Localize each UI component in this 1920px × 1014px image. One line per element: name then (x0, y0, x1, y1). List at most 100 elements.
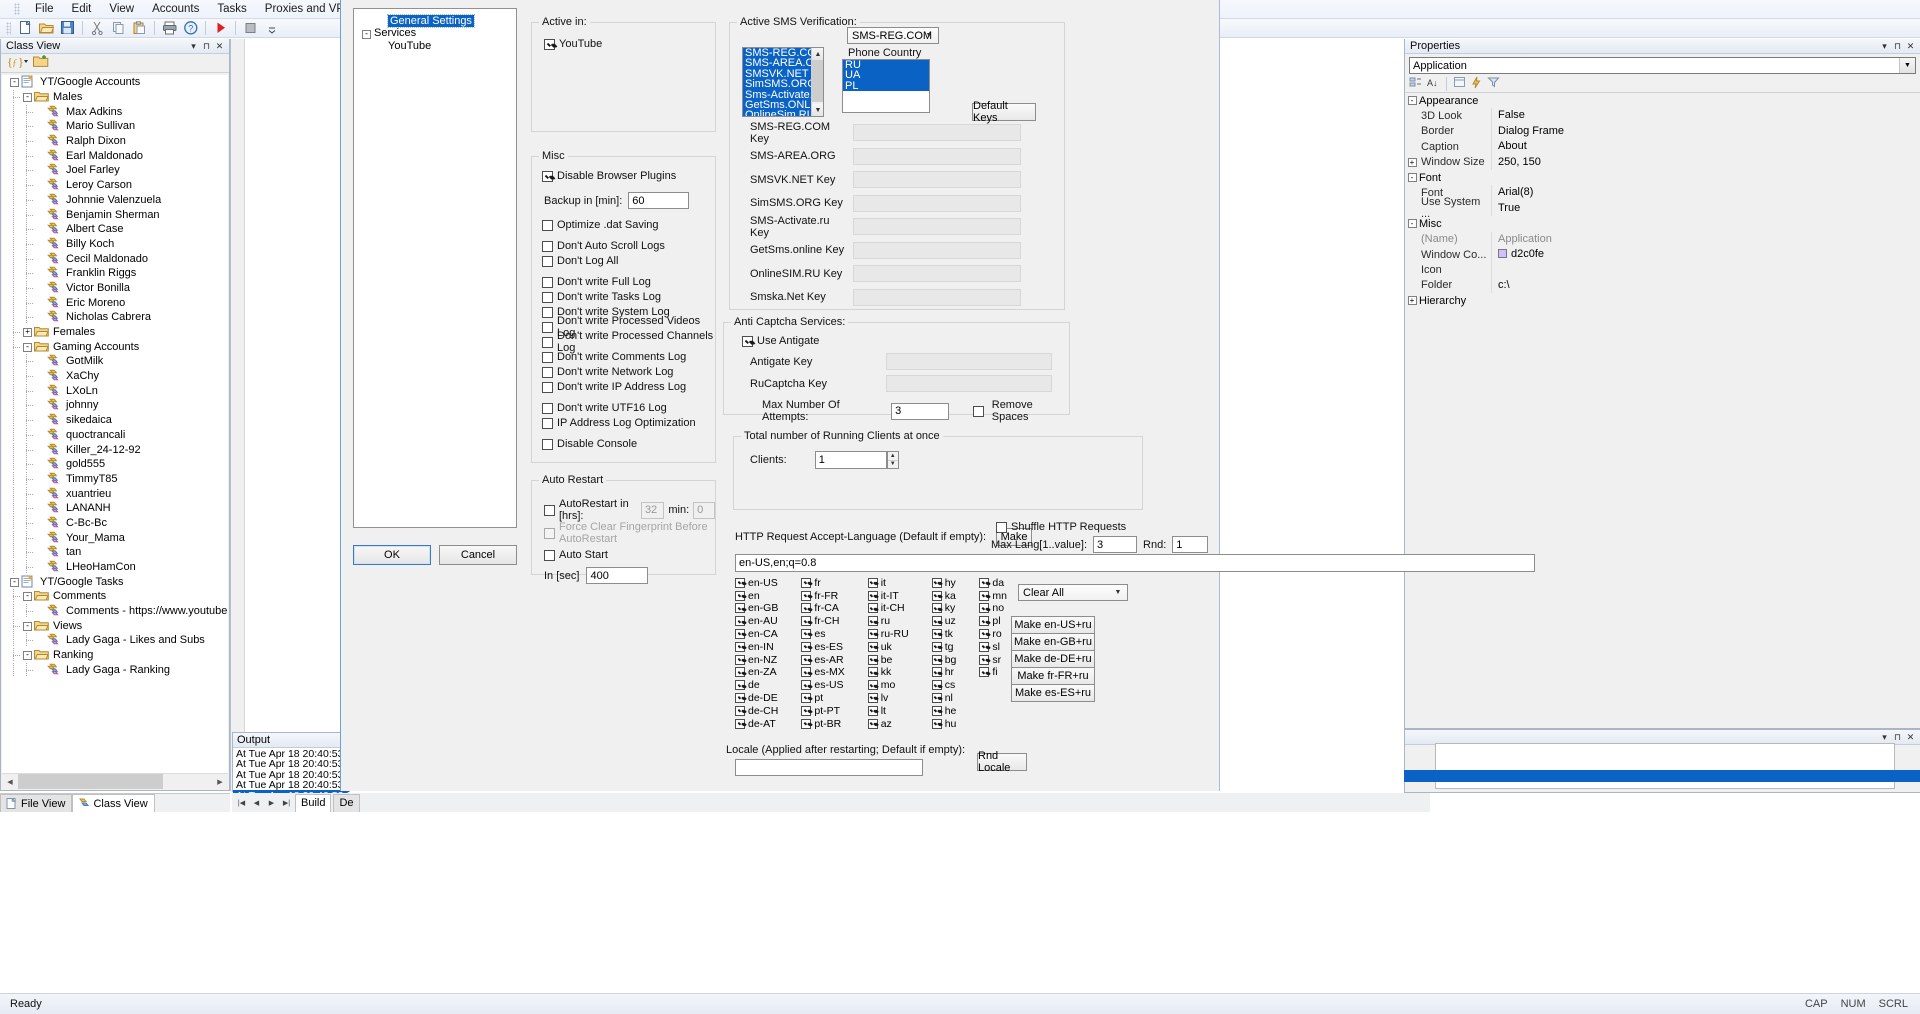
language-checkbox[interactable] (979, 616, 989, 626)
class-view-tree-node[interactable]: Lady Gaga - Ranking (2, 663, 228, 678)
language-checkbox-row[interactable]: fr-CA (801, 603, 844, 615)
tab-prev-icon[interactable]: ◀ (250, 795, 263, 810)
language-checkbox[interactable] (979, 667, 989, 677)
language-checkbox-row[interactable]: az (868, 718, 909, 730)
misc-checkbox-row[interactable]: Don't Log All (542, 254, 715, 268)
properties-filter-icon[interactable] (1487, 76, 1501, 92)
properties-grid[interactable]: -Appearance3D LookFalseBorderDialog Fram… (1405, 93, 1920, 308)
misc-checkbox[interactable] (542, 292, 553, 303)
settings-nav-node[interactable]: -Services (354, 27, 516, 40)
active-in-youtube-checkbox[interactable] (544, 39, 555, 50)
settings-nav-node[interactable]: YouTube (354, 39, 516, 52)
language-checkbox[interactable] (801, 655, 811, 665)
language-checkbox[interactable] (868, 655, 878, 665)
language-checkbox-row[interactable]: pt-PT (801, 705, 844, 717)
active-in-youtube-row[interactable]: YouTube (544, 37, 715, 51)
misc-checkbox-row[interactable]: Disable Console (542, 437, 715, 451)
properties-value[interactable]: Arial(8) (1491, 185, 1920, 200)
properties-value[interactable]: d2c0fe (1491, 247, 1920, 262)
class-view-tree-node[interactable]: LXoLn (2, 383, 228, 398)
hscroll-track[interactable] (18, 774, 212, 789)
sms-key-input[interactable] (853, 195, 1021, 212)
scroll-left-icon[interactable]: ◀ (2, 774, 18, 789)
language-checkbox[interactable] (801, 693, 811, 703)
language-checkbox[interactable] (735, 616, 745, 626)
language-checkbox[interactable] (868, 642, 878, 652)
properties-value[interactable]: Application (1491, 232, 1920, 247)
language-checkbox[interactable] (735, 642, 745, 652)
properties-row[interactable]: +Window Size250, 150 (1405, 155, 1920, 170)
class-view-tree-node[interactable]: Victor Bonilla (2, 281, 228, 296)
properties-row[interactable]: Folderc:\ (1405, 278, 1920, 293)
language-checkbox-row[interactable]: en-ZA (735, 667, 778, 679)
language-checkbox[interactable] (868, 591, 878, 601)
phone-country-listbox[interactable]: RUUAPL (842, 59, 930, 113)
class-view-tree-node[interactable]: -YT/Google Tasks (2, 574, 228, 589)
misc-checkbox-row[interactable]: Don't Auto Scroll Logs (542, 239, 715, 253)
force-clear-fingerprint-checkbox[interactable] (544, 528, 555, 539)
menu-file[interactable]: File (26, 1, 63, 17)
misc-checkbox-row[interactable]: IP Address Log Optimization (542, 416, 715, 430)
language-checkbox-row[interactable]: sr (979, 654, 1007, 666)
cancel-button[interactable]: Cancel (439, 545, 517, 565)
class-view-tree-node[interactable]: Killer_24-12-92 (2, 442, 228, 457)
events-icon[interactable] (1470, 76, 1484, 92)
properties-value[interactable]: True (1491, 201, 1920, 216)
class-view-tree-node[interactable]: -Males (2, 90, 228, 105)
language-checkbox[interactable] (932, 629, 942, 639)
language-checkbox[interactable] (801, 616, 811, 626)
autorestart-checkbox[interactable] (544, 505, 555, 516)
class-view-tree-node[interactable]: Earl Maldonado (2, 148, 228, 163)
properties-object-combo[interactable]: Application ▼ (1409, 57, 1916, 74)
auto-start-row[interactable]: Auto Start (544, 548, 715, 562)
tab-class-view[interactable]: Class View (72, 794, 154, 812)
language-checkbox-row[interactable]: kk (868, 667, 909, 679)
make-language-button[interactable]: Make de-DE+ru (1011, 650, 1095, 668)
language-checkbox-row[interactable]: pl (979, 615, 1007, 627)
language-checkbox-row[interactable]: en-AU (735, 615, 778, 627)
shuffle-http-checkbox[interactable] (996, 522, 1007, 533)
language-checkbox-row[interactable]: da (979, 577, 1007, 589)
language-checkbox[interactable] (868, 667, 878, 677)
language-checkbox[interactable] (932, 616, 942, 626)
language-checkbox[interactable] (735, 578, 745, 588)
tree-expander[interactable]: - (360, 27, 374, 39)
misc-checkbox[interactable] (542, 220, 553, 231)
misc-checkbox-row[interactable]: Don't write Full Log (542, 275, 715, 289)
auto-start-checkbox[interactable] (544, 550, 555, 561)
properties-pages-icon[interactable] (1453, 76, 1467, 92)
menu-edit[interactable]: Edit (63, 1, 101, 17)
properties-row[interactable]: 3D LookFalse (1405, 108, 1920, 123)
help-icon[interactable]: ? (181, 20, 200, 37)
tree-expander[interactable]: + (1405, 296, 1419, 305)
class-view-tree-node[interactable]: LANANH (2, 501, 228, 516)
language-checkbox-row[interactable]: uz (932, 615, 957, 627)
language-checkbox[interactable] (868, 603, 878, 613)
sms-listbox-scroll-thumb[interactable] (812, 60, 824, 102)
disable-browser-plugins-row[interactable]: Disable Browser Plugins (542, 169, 715, 183)
language-checkbox-row[interactable]: en-US (735, 577, 778, 589)
ok-button[interactable]: OK (353, 545, 431, 565)
sort-category-icon[interactable] (1409, 76, 1423, 92)
sms-key-input[interactable] (853, 124, 1021, 141)
language-checkbox[interactable] (979, 642, 989, 652)
language-checkbox-row[interactable]: de-CH (735, 705, 778, 717)
language-checkbox-row[interactable]: nl (932, 692, 957, 704)
class-view-tree-node[interactable]: -YT/Google Accounts (2, 75, 228, 90)
tab-debug[interactable]: De (333, 794, 359, 812)
language-checkbox-row[interactable]: fr-FR (801, 590, 844, 602)
language-checkbox-row[interactable]: es (801, 628, 844, 640)
class-view-tree-node[interactable]: LHeoHamCon (2, 560, 228, 575)
class-view-tree-node[interactable]: Joel Farley (2, 163, 228, 178)
rucaptcha-key-input[interactable] (886, 375, 1052, 392)
properties-value[interactable]: Dialog Frame (1491, 124, 1920, 139)
language-checkbox[interactable] (735, 603, 745, 613)
language-checkbox-row[interactable]: hu (932, 718, 957, 730)
language-checkbox[interactable] (801, 667, 811, 677)
tree-expander[interactable]: - (21, 340, 34, 354)
class-view-hscrollbar[interactable]: ◀ ▶ (2, 773, 228, 789)
misc-checkbox[interactable] (542, 367, 553, 378)
tree-expander[interactable]: - (21, 90, 34, 104)
misc-checkbox[interactable] (542, 322, 553, 333)
language-checkbox-row[interactable]: it-IT (868, 590, 909, 602)
